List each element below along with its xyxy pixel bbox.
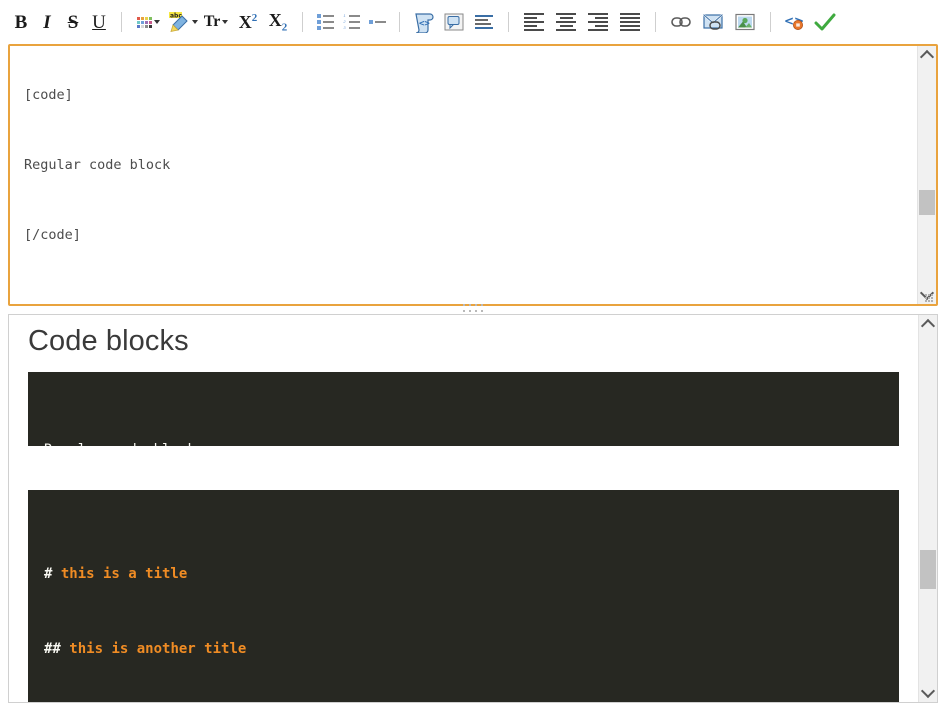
bold-label: B [15, 13, 28, 32]
subscript-label: X2 [269, 11, 288, 34]
editor-line: Regular code block [24, 154, 911, 177]
email-icon [702, 12, 724, 32]
bbcode-source-editor[interactable]: [code] Regular code block [/code] [code=… [8, 44, 938, 306]
preview-code-block-plain: Regular code block [28, 372, 899, 446]
toolbar-divider [655, 12, 656, 32]
align-center-button[interactable] [550, 8, 582, 36]
insert-image-button[interactable] [729, 8, 761, 36]
align-center-icon [556, 13, 576, 31]
toolbar-divider [399, 12, 400, 32]
spoiler-icon [475, 15, 493, 29]
editor-scrollbar[interactable] [917, 46, 936, 304]
code-line: Regular code block [44, 438, 883, 446]
page-title: Code blocks [28, 325, 918, 358]
horizontal-rule-icon [369, 20, 386, 24]
chevron-up-icon [921, 319, 935, 333]
chevron-down-icon [154, 20, 160, 24]
text-color-button[interactable] [131, 8, 165, 36]
numbered-list-icon: 1 2 3 [343, 14, 360, 30]
strikethrough-label: S [68, 13, 79, 32]
code-line: ## this is another title [44, 637, 883, 662]
preview-pane: Code blocks Regular code block # this is… [8, 314, 938, 703]
align-justify-button[interactable] [614, 8, 646, 36]
preview-scrollbar-thumb[interactable] [920, 550, 936, 588]
scroll-down-button[interactable] [919, 683, 937, 702]
align-right-button[interactable] [582, 8, 614, 36]
toolbar-divider [770, 12, 771, 32]
font-size-button[interactable]: Tr [199, 8, 233, 36]
pane-resize-handle[interactable] [0, 302, 946, 314]
underline-button[interactable]: U [86, 8, 112, 36]
view-source-button[interactable]: <> [780, 8, 810, 36]
grip-dots-icon [463, 304, 484, 313]
chevron-down-icon [222, 20, 228, 24]
quote-block-button[interactable] [439, 8, 469, 36]
bullet-list-button[interactable] [312, 8, 338, 36]
underline-label: U [92, 13, 106, 32]
subscript-button[interactable]: X2 [263, 8, 293, 36]
palette-icon [137, 17, 152, 28]
editor-text-content[interactable]: [code] Regular code block [/code] [code=… [10, 44, 917, 292]
code-scroll-icon: <> [413, 11, 435, 33]
toolbar-divider [302, 12, 303, 32]
editor-line: [code] [24, 84, 911, 107]
highlighter-icon: abc [166, 11, 190, 33]
align-justify-icon [620, 13, 640, 31]
image-icon [734, 12, 756, 32]
editor-line: [/code] [24, 224, 911, 247]
chevron-up-icon [920, 50, 934, 64]
align-right-icon [588, 13, 608, 31]
checkmark-icon [814, 12, 836, 32]
svg-text:<>: <> [419, 19, 430, 29]
preview-content: Code blocks Regular code block # this is… [9, 315, 918, 702]
source-code-icon: <> [784, 12, 806, 32]
numbered-list-button[interactable]: 1 2 3 [338, 8, 364, 36]
bold-button[interactable]: B [8, 8, 34, 36]
preview-code-block-markdown: # this is a title ## this is another tit… [28, 490, 899, 702]
scroll-up-button[interactable] [919, 315, 937, 334]
insert-email-button[interactable] [697, 8, 729, 36]
strikethrough-button[interactable]: S [60, 8, 86, 36]
bbcode-editor-app: B I S U abc [0, 0, 946, 706]
highlight-color-button[interactable]: abc [165, 8, 199, 36]
italic-button[interactable]: I [34, 8, 60, 36]
editor-resize-corner[interactable] [925, 294, 933, 302]
preview-scrollbar[interactable] [918, 315, 937, 702]
link-icon [670, 13, 692, 31]
bullet-list-icon [317, 14, 334, 30]
quote-icon [443, 11, 465, 33]
chevron-down-icon [921, 684, 935, 698]
insert-link-button[interactable] [665, 8, 697, 36]
superscript-label: X2 [239, 13, 258, 31]
scroll-up-button[interactable] [918, 46, 936, 65]
code-line: # this is a title [44, 562, 883, 587]
align-left-button[interactable] [518, 8, 550, 36]
align-left-icon [524, 13, 544, 31]
code-block-button[interactable]: <> [409, 8, 439, 36]
confirm-button[interactable] [810, 8, 840, 36]
editor-toolbar: B I S U abc [0, 0, 946, 44]
editor-scrollbar-thumb[interactable] [919, 190, 935, 214]
superscript-button[interactable]: X2 [233, 8, 263, 36]
toolbar-divider [121, 12, 122, 32]
italic-label: I [43, 13, 50, 32]
font-size-label: Tr [204, 14, 221, 30]
chevron-down-icon [192, 20, 198, 24]
horizontal-rule-button[interactable] [364, 8, 390, 36]
spoiler-button[interactable] [469, 8, 499, 36]
toolbar-divider [508, 12, 509, 32]
